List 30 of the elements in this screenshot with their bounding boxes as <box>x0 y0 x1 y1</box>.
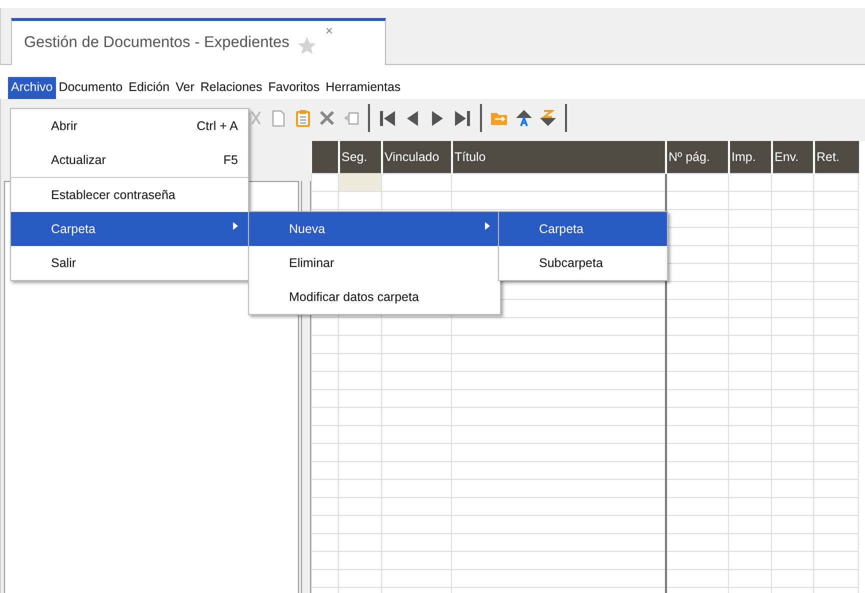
menu-item[interactable]: Carpeta <box>499 212 667 246</box>
menu-item[interactable]: Salir <box>11 246 248 280</box>
menu-item[interactable]: Modificar datos carpeta <box>249 280 500 314</box>
first-icon[interactable] <box>378 108 397 128</box>
column-header[interactable]: Título <box>454 150 486 164</box>
menu-item[interactable]: Abrir Ctrl + A <box>11 109 248 143</box>
menu-item[interactable]: Nueva <box>249 212 500 246</box>
menu-item[interactable]: Relaciones <box>197 77 266 99</box>
menu-item[interactable]: Edición <box>126 77 173 99</box>
menu-item[interactable]: Archivo <box>8 77 56 99</box>
star-icon[interactable] <box>297 36 318 56</box>
menu-item[interactable]: Ver <box>172 77 198 99</box>
document-tab[interactable]: Gestión de Documentos - Expedientes × <box>11 18 386 65</box>
sort-ascending-icon[interactable] <box>515 108 533 128</box>
menu-item[interactable]: Subcarpeta <box>499 246 667 280</box>
submenu-arrow-icon <box>485 222 490 230</box>
menu-item[interactable]: Establecer contraseña <box>11 178 248 212</box>
last-icon[interactable] <box>453 108 472 128</box>
tab-title: Gestión de Documentos - Expedientes <box>24 34 290 52</box>
submenu-arrow-icon <box>233 222 238 230</box>
menu-item[interactable]: Actualizar F5 <box>11 143 248 177</box>
menu-item[interactable]: Eliminar <box>249 246 500 280</box>
delete-icon[interactable] <box>318 108 336 128</box>
menu-item[interactable]: Carpeta <box>11 212 248 246</box>
close-button[interactable]: × <box>325 23 333 38</box>
menu-item[interactable]: Documento <box>56 77 126 99</box>
menu-item[interactable]: Herramientas <box>322 77 404 99</box>
menu-item[interactable]: Favoritos <box>265 77 323 99</box>
clipboard-icon[interactable] <box>294 108 312 128</box>
sort-descending-icon[interactable] <box>539 108 557 128</box>
